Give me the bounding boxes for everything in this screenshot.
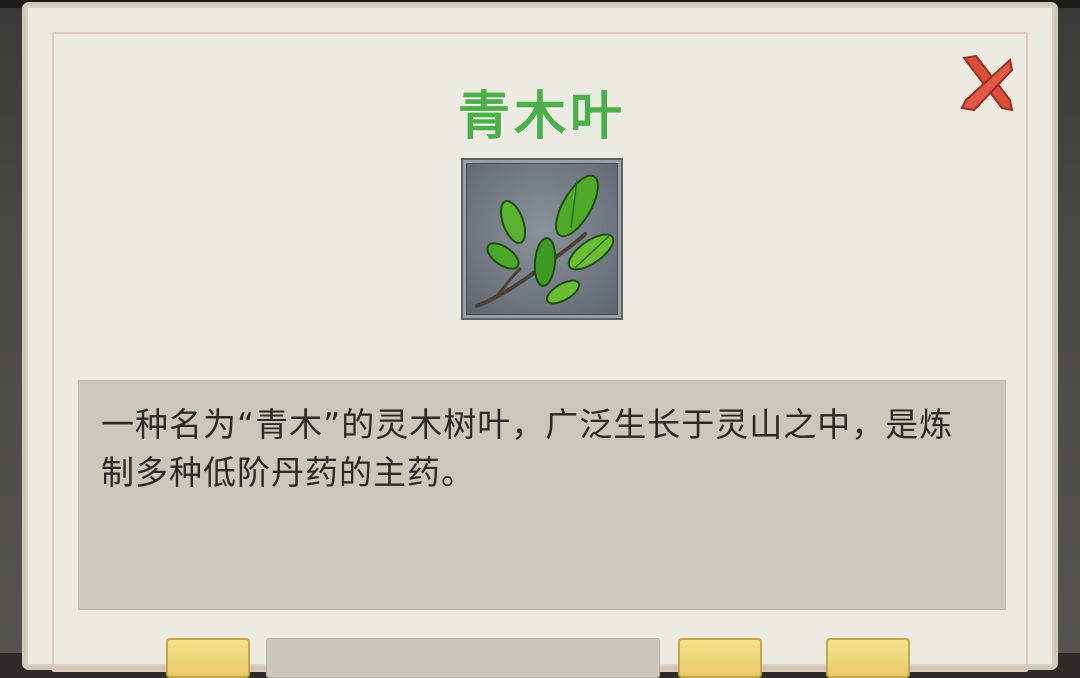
item-icon-frame — [461, 158, 623, 320]
bottom-controls — [28, 638, 1056, 678]
item-icon-background — [466, 163, 618, 315]
increase-button[interactable] — [678, 638, 762, 678]
decrease-button[interactable] — [166, 638, 250, 678]
quantity-field[interactable] — [266, 638, 660, 678]
max-button[interactable] — [826, 638, 910, 678]
item-description-box: 一种名为“青木”的灵木树叶，广泛生长于灵山之中，是炼制多种低阶丹药的主药。 — [78, 380, 1006, 610]
close-icon — [960, 54, 1014, 112]
leaf-icon — [475, 174, 615, 308]
item-description: 一种名为“青木”的灵木树叶，广泛生长于灵山之中，是炼制多种低阶丹药的主药。 — [101, 405, 954, 492]
item-title: 青木叶 — [457, 87, 626, 147]
close-button[interactable] — [952, 48, 1022, 118]
item-detail-dialog: 青木叶 一种名为“青木”的灵木树叶，广泛生长于灵山之中，是炼制多种低阶丹药的主药… — [26, 6, 1054, 678]
